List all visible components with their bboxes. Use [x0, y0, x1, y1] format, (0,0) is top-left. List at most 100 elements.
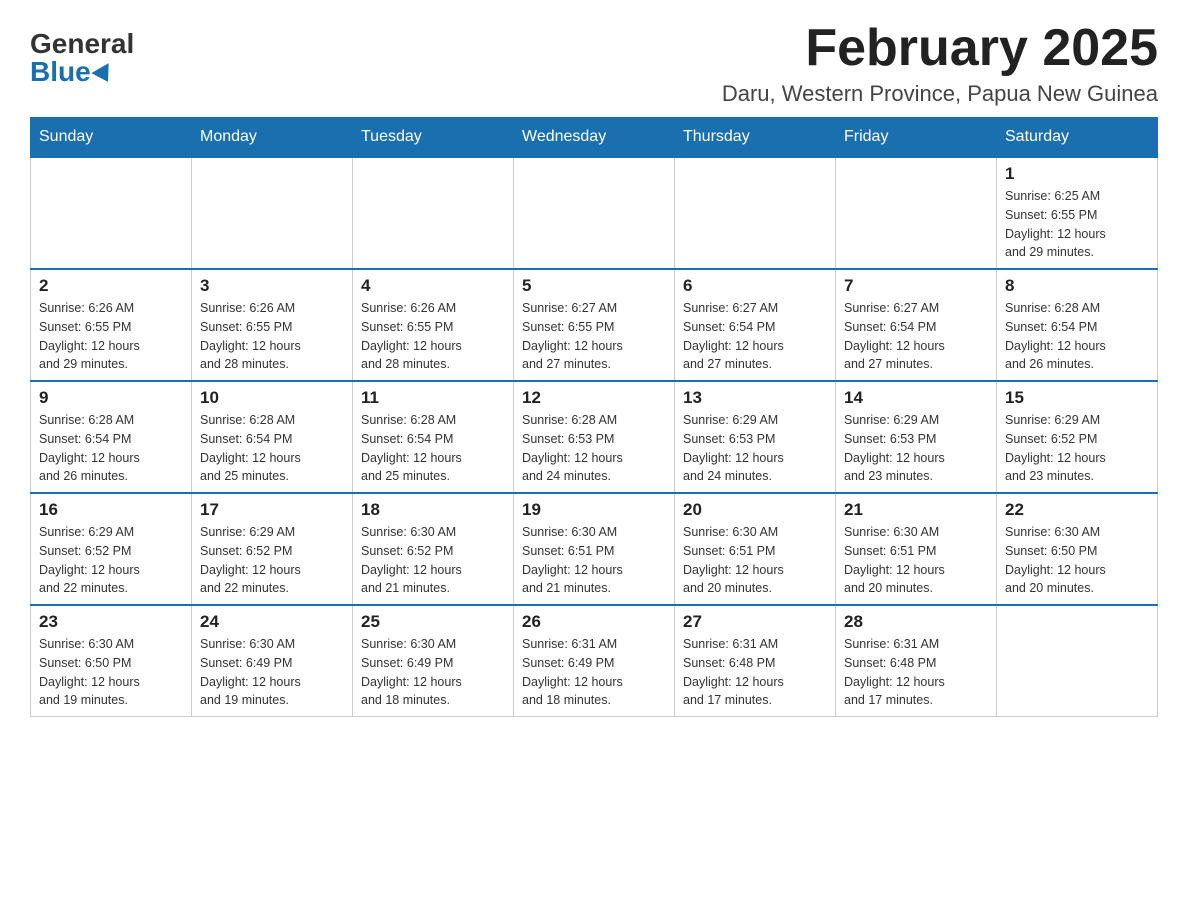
day-info: Sunrise: 6:30 AMSunset: 6:51 PMDaylight:… — [683, 523, 827, 598]
logo-blue-text: Blue — [30, 58, 114, 86]
page-header: General Blue February 2025 Daru, Western… — [30, 20, 1158, 107]
weekday-header-thursday: Thursday — [675, 118, 836, 158]
calendar-cell: 1Sunrise: 6:25 AMSunset: 6:55 PMDaylight… — [997, 157, 1158, 269]
calendar-cell — [353, 157, 514, 269]
day-number: 25 — [361, 612, 505, 632]
calendar-cell: 12Sunrise: 6:28 AMSunset: 6:53 PMDayligh… — [514, 381, 675, 493]
day-info: Sunrise: 6:29 AMSunset: 6:52 PMDaylight:… — [39, 523, 183, 598]
month-title: February 2025 — [722, 20, 1158, 77]
calendar-cell — [31, 157, 192, 269]
day-number: 14 — [844, 388, 988, 408]
calendar-cell: 3 Sunrise: 6:26 AMSunset: 6:55 PMDaylight… — [192, 269, 353, 381]
calendar-cell: 2 Sunrise: 6:26 AMSunset: 6:55 PMDaylight… — [31, 269, 192, 381]
day-info: Sunrise: 6:26 AMSunset: 6:55 PMDaylight:… — [200, 299, 344, 374]
day-number: 19 — [522, 500, 666, 520]
day-info: Sunrise: 6:28 AMSunset: 6:54 PMDaylight:… — [39, 411, 183, 486]
day-info: Sunrise: 6:31 AMSunset: 6:49 PMDaylight:… — [522, 635, 666, 710]
logo: General Blue — [30, 20, 134, 86]
day-number: 2 — [39, 276, 183, 296]
calendar-week-row: 2 Sunrise: 6:26 AMSunset: 6:55 PMDaylight… — [31, 269, 1158, 381]
calendar-cell: 16 Sunrise: 6:29 AMSunset: 6:52 PMDayligh… — [31, 493, 192, 605]
day-info: Sunrise: 6:31 AMSunset: 6:48 PMDaylight:… — [844, 635, 988, 710]
calendar-cell: 9 Sunrise: 6:28 AMSunset: 6:54 PMDaylight… — [31, 381, 192, 493]
day-number: 23 — [39, 612, 183, 632]
logo-triangle-icon — [91, 63, 116, 87]
day-info: Sunrise: 6:30 AMSunset: 6:49 PMDaylight:… — [200, 635, 344, 710]
weekday-header-saturday: Saturday — [997, 118, 1158, 158]
weekday-header-friday: Friday — [836, 118, 997, 158]
day-info: Sunrise: 6:29 AMSunset: 6:53 PMDaylight:… — [683, 411, 827, 486]
calendar-cell: 4 Sunrise: 6:26 AMSunset: 6:55 PMDaylight… — [353, 269, 514, 381]
day-number: 24 — [200, 612, 344, 632]
calendar-cell: 20 Sunrise: 6:30 AMSunset: 6:51 PMDayligh… — [675, 493, 836, 605]
calendar-cell: 13 Sunrise: 6:29 AMSunset: 6:53 PMDayligh… — [675, 381, 836, 493]
day-info: Sunrise: 6:28 AMSunset: 6:54 PMDaylight:… — [200, 411, 344, 486]
day-number: 1 — [1005, 164, 1149, 184]
calendar-week-row: 1Sunrise: 6:25 AMSunset: 6:55 PMDaylight… — [31, 157, 1158, 269]
calendar-cell: 6 Sunrise: 6:27 AMSunset: 6:54 PMDaylight… — [675, 269, 836, 381]
calendar-cell: 19 Sunrise: 6:30 AMSunset: 6:51 PMDayligh… — [514, 493, 675, 605]
calendar-cell: 25 Sunrise: 6:30 AMSunset: 6:49 PMDayligh… — [353, 605, 514, 717]
calendar-cell: 17 Sunrise: 6:29 AMSunset: 6:52 PMDayligh… — [192, 493, 353, 605]
calendar-cell: 7Sunrise: 6:27 AMSunset: 6:54 PMDaylight… — [836, 269, 997, 381]
day-number: 5 — [522, 276, 666, 296]
calendar-cell — [514, 157, 675, 269]
day-info: Sunrise: 6:28 AMSunset: 6:54 PMDaylight:… — [361, 411, 505, 486]
day-number: 16 — [39, 500, 183, 520]
calendar-cell: 21Sunrise: 6:30 AMSunset: 6:51 PMDayligh… — [836, 493, 997, 605]
calendar-cell: 24 Sunrise: 6:30 AMSunset: 6:49 PMDayligh… — [192, 605, 353, 717]
title-area: February 2025 Daru, Western Province, Pa… — [722, 20, 1158, 107]
calendar-cell: 11 Sunrise: 6:28 AMSunset: 6:54 PMDayligh… — [353, 381, 514, 493]
day-number: 9 — [39, 388, 183, 408]
calendar-cell: 18 Sunrise: 6:30 AMSunset: 6:52 PMDayligh… — [353, 493, 514, 605]
calendar-cell — [997, 605, 1158, 717]
calendar-week-row: 23Sunrise: 6:30 AMSunset: 6:50 PMDayligh… — [31, 605, 1158, 717]
calendar-cell: 28 Sunrise: 6:31 AMSunset: 6:48 PMDayligh… — [836, 605, 997, 717]
day-number: 15 — [1005, 388, 1149, 408]
calendar-week-row: 9 Sunrise: 6:28 AMSunset: 6:54 PMDaylight… — [31, 381, 1158, 493]
day-info: Sunrise: 6:30 AMSunset: 6:52 PMDaylight:… — [361, 523, 505, 598]
day-number: 20 — [683, 500, 827, 520]
calendar-cell: 14Sunrise: 6:29 AMSunset: 6:53 PMDayligh… — [836, 381, 997, 493]
day-info: Sunrise: 6:27 AMSunset: 6:55 PMDaylight:… — [522, 299, 666, 374]
day-number: 13 — [683, 388, 827, 408]
day-number: 22 — [1005, 500, 1149, 520]
day-info: Sunrise: 6:30 AMSunset: 6:49 PMDaylight:… — [361, 635, 505, 710]
day-number: 17 — [200, 500, 344, 520]
day-info: Sunrise: 6:28 AMSunset: 6:54 PMDaylight:… — [1005, 299, 1149, 374]
calendar-header-row: SundayMondayTuesdayWednesdayThursdayFrid… — [31, 118, 1158, 158]
day-number: 10 — [200, 388, 344, 408]
location-title: Daru, Western Province, Papua New Guinea — [722, 81, 1158, 107]
calendar-week-row: 16 Sunrise: 6:29 AMSunset: 6:52 PMDayligh… — [31, 493, 1158, 605]
day-number: 28 — [844, 612, 988, 632]
day-number: 11 — [361, 388, 505, 408]
logo-general-text: General — [30, 30, 134, 58]
day-info: Sunrise: 6:29 AMSunset: 6:52 PMDaylight:… — [200, 523, 344, 598]
day-info: Sunrise: 6:30 AMSunset: 6:51 PMDaylight:… — [522, 523, 666, 598]
day-number: 26 — [522, 612, 666, 632]
calendar-cell: 22Sunrise: 6:30 AMSunset: 6:50 PMDayligh… — [997, 493, 1158, 605]
day-number: 18 — [361, 500, 505, 520]
day-info: Sunrise: 6:29 AMSunset: 6:52 PMDaylight:… — [1005, 411, 1149, 486]
weekday-header-monday: Monday — [192, 118, 353, 158]
calendar-cell: 10 Sunrise: 6:28 AMSunset: 6:54 PMDayligh… — [192, 381, 353, 493]
day-number: 8 — [1005, 276, 1149, 296]
day-number: 3 — [200, 276, 344, 296]
day-info: Sunrise: 6:27 AMSunset: 6:54 PMDaylight:… — [683, 299, 827, 374]
calendar-cell: 5 Sunrise: 6:27 AMSunset: 6:55 PMDaylight… — [514, 269, 675, 381]
calendar-cell — [836, 157, 997, 269]
day-info: Sunrise: 6:31 AMSunset: 6:48 PMDaylight:… — [683, 635, 827, 710]
day-info: Sunrise: 6:28 AMSunset: 6:53 PMDaylight:… — [522, 411, 666, 486]
day-info: Sunrise: 6:26 AMSunset: 6:55 PMDaylight:… — [39, 299, 183, 374]
calendar-cell: 26 Sunrise: 6:31 AMSunset: 6:49 PMDayligh… — [514, 605, 675, 717]
day-info: Sunrise: 6:30 AMSunset: 6:51 PMDaylight:… — [844, 523, 988, 598]
calendar-cell — [192, 157, 353, 269]
calendar-cell: 8 Sunrise: 6:28 AMSunset: 6:54 PMDaylight… — [997, 269, 1158, 381]
day-number: 6 — [683, 276, 827, 296]
day-info: Sunrise: 6:26 AMSunset: 6:55 PMDaylight:… — [361, 299, 505, 374]
calendar-cell: 27Sunrise: 6:31 AMSunset: 6:48 PMDayligh… — [675, 605, 836, 717]
weekday-header-sunday: Sunday — [31, 118, 192, 158]
day-number: 4 — [361, 276, 505, 296]
calendar-cell: 23Sunrise: 6:30 AMSunset: 6:50 PMDayligh… — [31, 605, 192, 717]
weekday-header-wednesday: Wednesday — [514, 118, 675, 158]
